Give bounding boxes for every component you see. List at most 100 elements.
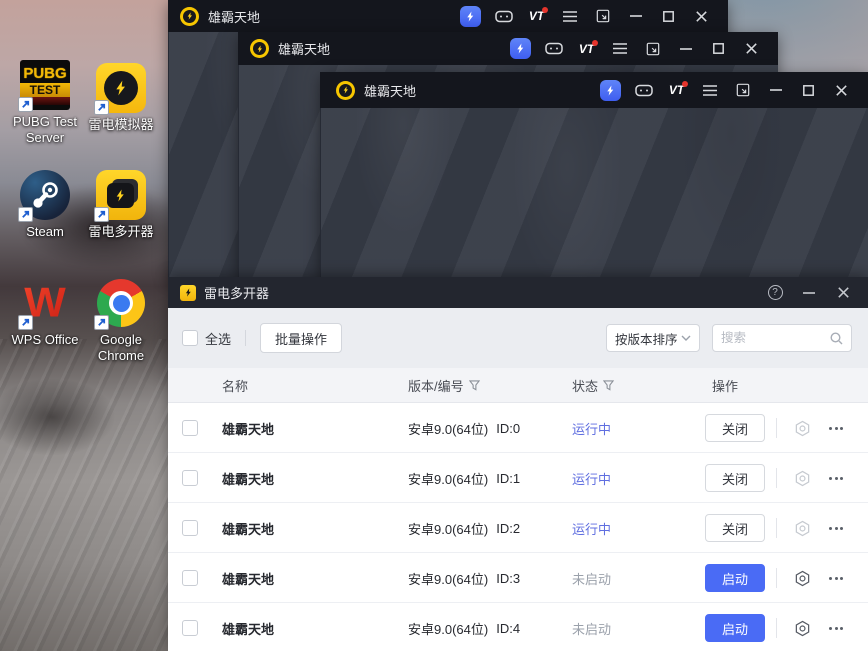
batch-operations-button[interactable]: 批量操作 — [260, 323, 343, 353]
emulator-content — [320, 108, 868, 277]
gamepad-icon[interactable] — [627, 74, 660, 106]
header-version: 版本/编号 — [408, 368, 480, 403]
instance-version: 安卓9.0(64位) ID:0 — [408, 420, 521, 437]
vt-button[interactable]: VT — [520, 0, 553, 32]
table-header: 名称 版本/编号 状态 操作 — [168, 368, 868, 403]
close-instance-button[interactable]: 关闭 — [705, 514, 765, 542]
instance-row: 雄霸天地 安卓9.0(64位) ID:2 运行中 关闭 — [168, 503, 868, 553]
gamepad-icon[interactable] — [537, 33, 570, 65]
window-title: 雄霸天地 — [364, 83, 417, 99]
menu-icon[interactable] — [553, 0, 586, 32]
row-divider — [776, 568, 777, 588]
more-options-button[interactable] — [824, 618, 848, 638]
row-checkbox[interactable] — [182, 570, 198, 586]
instance-status: 运行中 — [572, 521, 612, 537]
settings-icon[interactable] — [792, 468, 812, 488]
close-instance-button[interactable]: 关闭 — [705, 464, 765, 492]
shortcut-arrow-icon — [18, 315, 33, 330]
boost-button[interactable] — [594, 74, 627, 106]
row-checkbox[interactable] — [182, 470, 198, 486]
shortcut-arrow-icon — [94, 315, 109, 330]
row-divider — [776, 618, 777, 638]
filter-icon[interactable] — [603, 380, 615, 391]
rotate-window-icon[interactable] — [726, 74, 759, 106]
window-title: 雄霸天地 — [208, 9, 261, 25]
settings-icon[interactable] — [792, 618, 812, 638]
desktop-icon-ldplayer[interactable]: 雷电模拟器 — [82, 63, 160, 133]
settings-icon[interactable] — [792, 568, 812, 588]
desktop-icon-chrome[interactable]: Google Chrome — [82, 278, 160, 364]
emulator-window-3: 雄霸天地 VT — [320, 72, 868, 277]
maximize-button[interactable] — [652, 0, 685, 32]
instance-row: 雄霸天地 安卓9.0(64位) ID:1 运行中 关闭 — [168, 453, 868, 503]
filter-icon[interactable] — [468, 380, 480, 391]
boost-button[interactable] — [504, 33, 537, 65]
vt-button[interactable]: VT — [570, 33, 603, 65]
start-instance-button[interactable]: 启动 — [705, 564, 765, 592]
instance-name: 雄霸天地 — [222, 421, 275, 437]
more-options-button[interactable] — [824, 568, 848, 588]
instance-version: 安卓9.0(64位) ID:1 — [408, 470, 521, 487]
header-name: 名称 — [222, 379, 249, 394]
close-button[interactable] — [735, 33, 768, 65]
close-instance-button[interactable]: 关闭 — [705, 414, 765, 442]
close-button[interactable] — [685, 0, 718, 32]
search-icon — [830, 331, 843, 344]
shortcut-arrow-icon — [94, 100, 109, 115]
instance-row: 雄霸天地 安卓9.0(64位) ID:0 运行中 关闭 — [168, 403, 868, 453]
search-input[interactable] — [721, 331, 830, 345]
help-button[interactable]: ? — [758, 277, 792, 308]
close-button[interactable] — [825, 74, 858, 106]
instance-version: 安卓9.0(64位) ID:2 — [408, 520, 521, 537]
minimize-button[interactable] — [669, 33, 702, 65]
emulator-titlebar[interactable]: 雄霸天地 VT — [320, 72, 868, 108]
settings-icon[interactable] — [792, 518, 812, 538]
vt-button[interactable]: VT — [660, 74, 693, 106]
emulator-titlebar[interactable]: 雄霸天地 VT — [168, 0, 728, 32]
minimize-button[interactable] — [619, 0, 652, 32]
vt-red-dot — [542, 7, 548, 13]
instance-status: 运行中 — [572, 421, 612, 437]
header-action: 操作 — [712, 379, 739, 394]
desktop-icon-ldmulti[interactable]: 雷电多开器 — [82, 170, 160, 240]
more-options-button[interactable] — [824, 518, 848, 538]
menu-icon[interactable] — [693, 74, 726, 106]
emulator-titlebar[interactable]: 雄霸天地 VT — [238, 32, 778, 65]
desktop-icon-wps[interactable]: W WPS Office — [6, 278, 84, 348]
start-instance-button[interactable]: 启动 — [705, 614, 765, 642]
boost-button[interactable] — [454, 0, 487, 32]
select-all-checkbox[interactable] — [182, 330, 198, 346]
manager-window-title: 雷电多开器 — [204, 286, 270, 301]
row-checkbox[interactable] — [182, 620, 198, 636]
maximize-button[interactable] — [702, 33, 735, 65]
more-options-button[interactable] — [824, 418, 848, 438]
search-box[interactable] — [712, 324, 852, 352]
manager-titlebar[interactable]: 雷电多开器 ? — [168, 277, 868, 308]
maximize-button[interactable] — [792, 74, 825, 106]
settings-icon[interactable] — [792, 418, 812, 438]
menu-icon[interactable] — [603, 33, 636, 65]
rotate-window-icon[interactable] — [636, 33, 669, 65]
desktop-icon-label: 雷电模拟器 — [88, 117, 154, 132]
sort-dropdown[interactable]: 按版本排序 — [606, 324, 700, 352]
toolbar-divider — [245, 330, 247, 346]
minimize-button[interactable] — [792, 277, 826, 308]
chevron-down-icon — [681, 335, 691, 341]
ldmulti-logo-icon — [180, 284, 196, 301]
desktop-icon-steam[interactable]: Steam — [6, 170, 84, 240]
more-options-button[interactable] — [824, 468, 848, 488]
shortcut-arrow-icon — [94, 207, 109, 222]
shortcut-arrow-icon — [18, 97, 33, 112]
rotate-window-icon[interactable] — [586, 0, 619, 32]
row-checkbox[interactable] — [182, 420, 198, 436]
close-button[interactable] — [826, 277, 860, 308]
row-divider — [776, 418, 777, 438]
row-checkbox[interactable] — [182, 520, 198, 536]
desktop-icon-pubg[interactable]: PUBG TEST PUBG Test Server — [6, 60, 84, 146]
ldplayer-logo-icon — [250, 39, 269, 58]
minimize-button[interactable] — [759, 74, 792, 106]
window-title: 雄霸天地 — [278, 42, 331, 57]
instance-name: 雄霸天地 — [222, 521, 275, 537]
gamepad-icon[interactable] — [487, 0, 520, 32]
multi-instance-manager-window: 雷电多开器 ? 全选 批量操作 按版本排序 名称 版本 — [168, 277, 868, 651]
